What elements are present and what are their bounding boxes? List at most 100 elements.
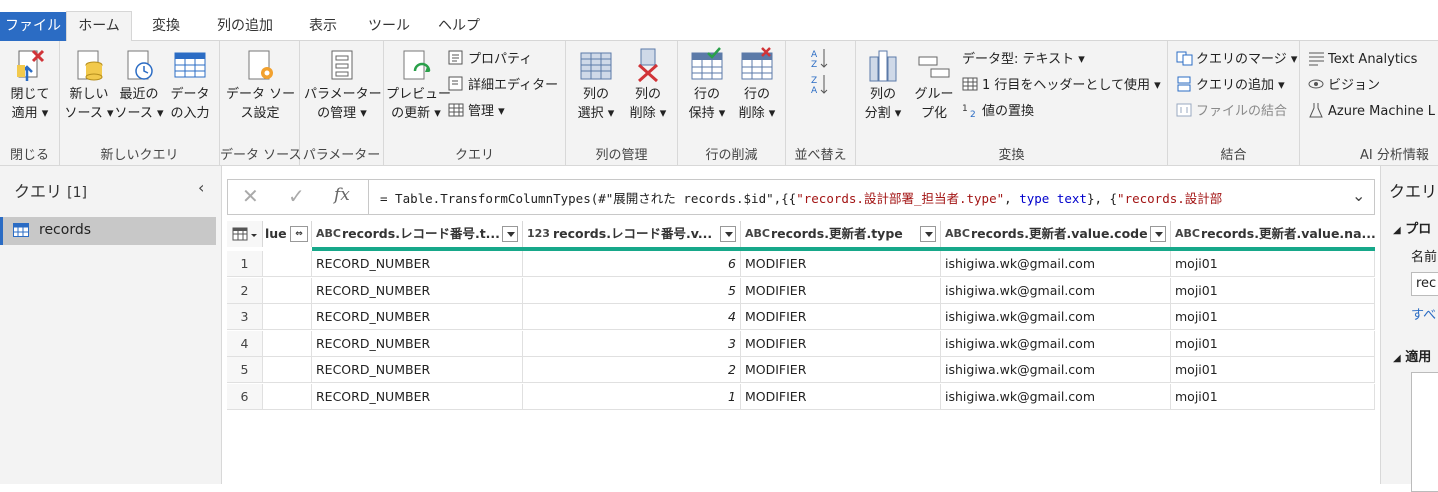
- close-apply-button[interactable]: 閉じて 適用 ▾: [4, 47, 56, 123]
- cell-modifier-code[interactable]: ishigiwa.wk@gmail.com: [941, 357, 1171, 383]
- vision-button[interactable]: ビジョン: [1308, 75, 1380, 97]
- cell-record-type[interactable]: RECORD_NUMBER: [312, 357, 523, 383]
- row-number[interactable]: 4: [227, 330, 263, 357]
- partial-cell[interactable]: [263, 383, 312, 410]
- tab-add-column[interactable]: 列の追加: [206, 12, 284, 41]
- recent-sources-button[interactable]: 最近の ソース ▾: [114, 47, 164, 123]
- expand-column-icon[interactable]: ⇔: [290, 226, 308, 242]
- tab-tools[interactable]: ツール: [362, 12, 416, 41]
- partial-cell[interactable]: [263, 357, 312, 383]
- keep-rows-button[interactable]: 行の 保持 ▾: [682, 47, 732, 123]
- column-header-2[interactable]: 123 records.レコード番号.v...: [523, 221, 741, 247]
- row-number[interactable]: 6: [227, 383, 263, 410]
- partial-cell[interactable]: [263, 277, 312, 304]
- partial-cell[interactable]: [263, 304, 312, 330]
- group-by-button[interactable]: グルー プ化: [910, 47, 958, 123]
- query-name-input[interactable]: rec: [1411, 272, 1438, 296]
- split-column-button[interactable]: 列の 分割 ▾: [858, 47, 908, 123]
- cell-modifier-name[interactable]: moji01: [1171, 383, 1375, 410]
- cell-record-type[interactable]: RECORD_NUMBER: [312, 330, 523, 357]
- filter-dropdown-icon[interactable]: [920, 226, 936, 242]
- fx-icon[interactable]: fx: [334, 185, 350, 205]
- cell-record-value[interactable]: 5: [523, 277, 741, 304]
- cancel-formula-icon[interactable]: ✕: [242, 184, 259, 208]
- choose-columns-button[interactable]: 列の 選択 ▾: [570, 47, 622, 123]
- combine-files-button[interactable]: ファイルの結合: [1176, 101, 1287, 123]
- data-type-dropdown[interactable]: データ型: テキスト ▾: [962, 49, 1085, 71]
- manage-parameters-button[interactable]: パラメーター の管理 ▾: [304, 47, 382, 123]
- filter-dropdown-icon[interactable]: [502, 226, 518, 242]
- column-header-1[interactable]: ABC records.レコード番号.t...: [312, 221, 523, 247]
- cell-modifier-code[interactable]: ishigiwa.wk@gmail.com: [941, 330, 1171, 357]
- data-source-settings-button[interactable]: データ ソー ス設定: [226, 47, 295, 123]
- cell-modifier-type[interactable]: MODIFIER: [741, 357, 941, 383]
- cell-record-value[interactable]: 6: [523, 251, 741, 277]
- cell-modifier-name[interactable]: moji01: [1171, 330, 1375, 357]
- properties-button[interactable]: プロパティ: [448, 49, 532, 71]
- cell-record-type[interactable]: RECORD_NUMBER: [312, 304, 523, 330]
- cell-modifier-name[interactable]: moji01: [1171, 251, 1375, 277]
- new-source-button[interactable]: 新しい ソース ▾: [64, 47, 114, 123]
- table-menu-icon[interactable]: [227, 221, 263, 247]
- collapse-pane-icon[interactable]: ‹: [198, 178, 204, 197]
- partial-cell[interactable]: [263, 251, 312, 277]
- commit-formula-icon[interactable]: ✓: [288, 184, 305, 208]
- manage-query-button[interactable]: 管理 ▾: [448, 101, 505, 123]
- cell-modifier-code[interactable]: ishigiwa.wk@gmail.com: [941, 383, 1171, 410]
- use-first-row-header-button[interactable]: 1 行目をヘッダーとして使用 ▾: [962, 75, 1161, 97]
- column-header-3[interactable]: ABC records.更新者.type: [741, 221, 941, 247]
- tab-help[interactable]: ヘルプ: [428, 12, 490, 41]
- tab-file[interactable]: ファイル: [0, 12, 66, 41]
- tab-view[interactable]: 表示: [298, 12, 348, 41]
- row-number[interactable]: 2: [227, 277, 263, 304]
- cell-modifier-type[interactable]: MODIFIER: [741, 277, 941, 304]
- refresh-preview-button[interactable]: プレビュー の更新 ▾: [386, 47, 451, 123]
- cell-record-type[interactable]: RECORD_NUMBER: [312, 277, 523, 304]
- replace-values-button[interactable]: 1 2 値の置換: [962, 101, 1034, 123]
- partial-cell[interactable]: [263, 330, 312, 357]
- remove-columns-button[interactable]: 列の 削除 ▾: [622, 47, 674, 123]
- cell-modifier-code[interactable]: ishigiwa.wk@gmail.com: [941, 277, 1171, 304]
- cell-modifier-type[interactable]: MODIFIER: [741, 383, 941, 410]
- all-properties-link[interactable]: すべ: [1411, 304, 1436, 323]
- sort-descending-button[interactable]: ZA: [810, 73, 830, 97]
- cell-record-value[interactable]: 3: [523, 330, 741, 357]
- text-analytics-button[interactable]: Text Analytics: [1308, 49, 1417, 71]
- row-number[interactable]: 3: [227, 304, 263, 330]
- advanced-editor-button[interactable]: 詳細エディター: [448, 75, 558, 97]
- enter-data-button[interactable]: データ の入力: [164, 47, 216, 123]
- cell-modifier-code[interactable]: ishigiwa.wk@gmail.com: [941, 251, 1171, 277]
- cell-modifier-name[interactable]: moji01: [1171, 277, 1375, 304]
- sort-ascending-button[interactable]: AZ: [810, 47, 830, 71]
- expand-formula-icon[interactable]: ⌄: [1352, 186, 1365, 205]
- cell-modifier-type[interactable]: MODIFIER: [741, 304, 941, 330]
- properties-section[interactable]: ◢ プロ: [1393, 218, 1431, 237]
- cell-modifier-type[interactable]: MODIFIER: [741, 330, 941, 357]
- cell-modifier-name[interactable]: moji01: [1171, 304, 1375, 330]
- cell-record-type[interactable]: RECORD_NUMBER: [312, 251, 523, 277]
- merge-queries-button[interactable]: クエリのマージ ▾: [1176, 49, 1297, 71]
- cell-record-type[interactable]: RECORD_NUMBER: [312, 383, 523, 410]
- applied-steps-list[interactable]: [1411, 372, 1438, 492]
- azure-ml-button[interactable]: Azure Machine L: [1308, 101, 1435, 123]
- row-number[interactable]: 5: [227, 357, 263, 383]
- row-number[interactable]: 1: [227, 251, 263, 277]
- remove-rows-button[interactable]: 行の 削除 ▾: [732, 47, 782, 123]
- cell-record-value[interactable]: 4: [523, 304, 741, 330]
- cell-modifier-code[interactable]: ishigiwa.wk@gmail.com: [941, 304, 1171, 330]
- column-header-5[interactable]: ABC records.更新者.value.na...: [1171, 221, 1375, 247]
- cell-modifier-name[interactable]: moji01: [1171, 357, 1375, 383]
- filter-dropdown-icon[interactable]: [720, 226, 736, 242]
- append-queries-button[interactable]: クエリの追加 ▾: [1176, 75, 1285, 97]
- filter-dropdown-icon[interactable]: [1150, 226, 1166, 242]
- applied-steps-section[interactable]: ◢ 適用: [1393, 346, 1431, 365]
- column-header-partial[interactable]: lue ⇔: [263, 221, 312, 247]
- query-item-records[interactable]: records: [0, 217, 216, 245]
- cell-modifier-type[interactable]: MODIFIER: [741, 251, 941, 277]
- cell-record-value[interactable]: 2: [523, 357, 741, 383]
- formula-input[interactable]: = Table.TransformColumnTypes(#"展開された rec…: [380, 188, 1340, 207]
- cell-record-value[interactable]: 1: [523, 383, 741, 410]
- column-header-4[interactable]: ABC records.更新者.value.code: [941, 221, 1171, 247]
- tab-transform[interactable]: 変換: [140, 12, 192, 41]
- tab-home[interactable]: ホーム: [66, 11, 132, 41]
